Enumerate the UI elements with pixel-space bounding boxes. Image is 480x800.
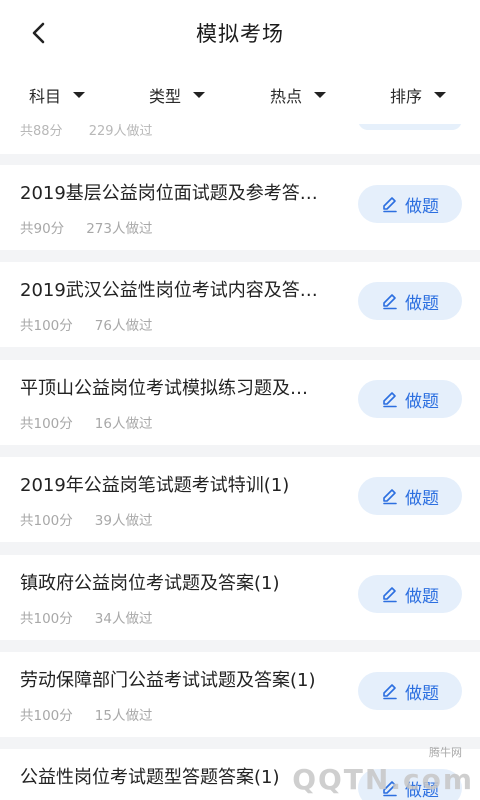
filter-sort[interactable]: 排序 (390, 84, 447, 106)
item-score: 共100分 (20, 708, 73, 724)
pencil-icon (383, 489, 397, 505)
list-item[interactable]: 2019武汉公益性岗位考试内容及答… 共100分 76人做过 做题 (0, 262, 480, 347)
item-count: 273人做过 (86, 221, 153, 237)
do-button[interactable]: 做题 (358, 282, 462, 320)
item-score: 共88分 (20, 124, 63, 139)
page-title: 模拟考场 (196, 22, 284, 46)
do-button[interactable] (358, 124, 462, 130)
caret-down-icon (434, 92, 447, 98)
item-count: 34人做过 (94, 611, 153, 627)
pencil-icon (383, 294, 397, 310)
do-button[interactable]: 做题 (358, 477, 462, 515)
do-button-label: 做题 (405, 780, 439, 800)
list-item[interactable]: 2019基层公益岗位面试题及参考答… 共90分 273人做过 做题 (0, 165, 480, 250)
back-button[interactable] (24, 18, 54, 48)
item-score: 共100分 (20, 513, 73, 529)
pencil-icon (383, 197, 397, 213)
do-button-label: 做题 (405, 391, 439, 412)
do-button[interactable]: 做题 (358, 380, 462, 418)
top-bar: 模拟考场 (0, 0, 480, 66)
pencil-icon (383, 781, 397, 797)
item-score: 共100分 (20, 318, 73, 334)
item-meta: 共100分 39人做过 (20, 509, 152, 529)
filter-hot[interactable]: 热点 (270, 84, 327, 106)
item-score: 共100分 (20, 416, 73, 432)
pencil-icon (383, 684, 397, 700)
item-title: 2019年公益岗笔试题考试特训(1) (20, 475, 290, 496)
item-title: 2019武汉公益性岗位考试内容及答… (20, 280, 318, 301)
item-meta: 共100分 34人做过 (20, 607, 152, 627)
item-title: 2019基层公益岗位面试题及参考答… (20, 183, 318, 204)
filter-subject[interactable]: 科目 (29, 84, 86, 106)
item-count: 16人做过 (94, 416, 153, 432)
item-title: 平顶山公益岗位考试模拟练习题及… (20, 378, 308, 399)
pencil-icon (383, 587, 397, 603)
item-meta: 共100分 15人做过 (20, 704, 152, 724)
do-button[interactable]: 做题 (358, 185, 462, 223)
item-count: 76人做过 (94, 318, 153, 334)
item-score: 共100分 (20, 611, 73, 627)
do-button-label: 做题 (405, 683, 439, 704)
do-button[interactable]: 做题 (358, 769, 462, 800)
chevron-left-icon (32, 22, 45, 44)
item-count: 229人做过 (88, 124, 153, 139)
do-button-label: 做题 (405, 293, 439, 314)
list-item[interactable]: 镇政府公益岗位考试题及答案(1) 共100分 34人做过 做题 (0, 555, 480, 640)
filter-bar: 科目 类型 热点 排序 (0, 66, 480, 124)
do-button[interactable]: 做题 (358, 672, 462, 710)
filter-label: 科目 (29, 87, 62, 106)
item-score: 共90分 (20, 221, 65, 237)
filter-label: 热点 (270, 87, 303, 106)
item-meta: 共90分 273人做过 (20, 217, 152, 237)
do-button[interactable]: 做题 (358, 575, 462, 613)
do-button-label: 做题 (405, 586, 439, 607)
item-meta: 共100分 16人做过 (20, 412, 152, 432)
caret-down-icon (73, 92, 86, 98)
item-meta: 共100分 76人做过 (20, 314, 152, 334)
item-title: 劳动保障部门公益考试试题及答案(1) (20, 670, 316, 691)
item-meta: 共88分 229人做过 (20, 124, 153, 139)
caret-down-icon (193, 92, 206, 98)
item-title: 公益性岗位考试题型答题答案(1) (20, 767, 280, 788)
item-count: 15人做过 (94, 708, 153, 724)
do-button-label: 做题 (405, 196, 439, 217)
list-item[interactable]: 平顶山公益岗位考试模拟练习题及… 共100分 16人做过 做题 (0, 360, 480, 445)
list-item[interactable]: 2019年公益岗笔试题考试特训(1) 共100分 39人做过 做题 (0, 457, 480, 542)
filter-label: 类型 (149, 87, 182, 106)
list-item-partial[interactable]: 共88分 229人做过 (0, 124, 480, 154)
pencil-icon (383, 392, 397, 408)
list-item[interactable]: 公益性岗位考试题型答题答案(1) 做题 (0, 749, 480, 800)
do-button-label: 做题 (405, 488, 439, 509)
item-count: 39人做过 (94, 513, 153, 529)
filter-label: 排序 (390, 87, 423, 106)
list-item[interactable]: 劳动保障部门公益考试试题及答案(1) 共100分 15人做过 做题 (0, 652, 480, 737)
filter-type[interactable]: 类型 (149, 84, 206, 106)
exam-list[interactable]: 共88分 229人做过 2019基层公益岗位面试题及参考答… 共90分 273人… (0, 124, 480, 800)
item-title: 镇政府公益岗位考试题及答案(1) (20, 573, 280, 594)
caret-down-icon (314, 92, 327, 98)
